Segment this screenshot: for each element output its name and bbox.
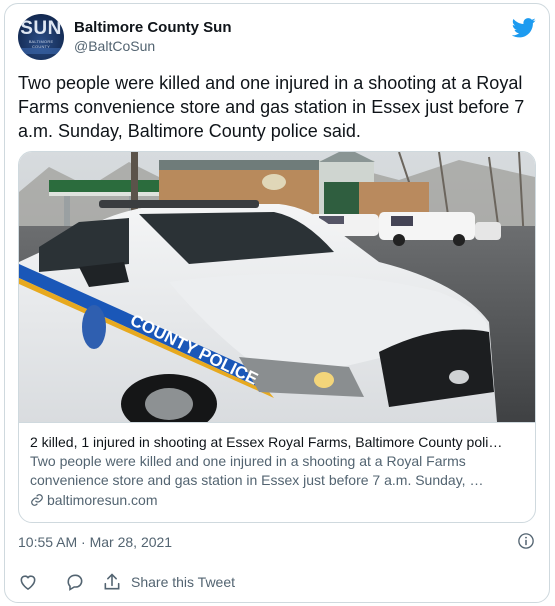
reply-icon: [67, 574, 83, 591]
reply-button[interactable]: [65, 572, 102, 592]
avatar[interactable]: SUN BALTIMORE COUNTY: [18, 14, 64, 60]
author-names: Baltimore County Sun @BaltCoSun: [74, 19, 232, 56]
avatar-band: [18, 48, 64, 54]
card-domain-text: baltimoresun.com: [47, 492, 158, 508]
like-button[interactable]: [18, 572, 65, 592]
tweet-timestamp[interactable]: 10:55 AM · Mar 28, 2021: [18, 532, 172, 552]
link-card[interactable]: COUNTY POLICE 2 killed, 1 injured in sho…: [18, 151, 536, 523]
info-icon[interactable]: [517, 532, 535, 550]
card-domain[interactable]: baltimoresun.com: [30, 490, 524, 510]
twitter-bird-icon[interactable]: [512, 18, 536, 38]
tweet-card[interactable]: SUN BALTIMORE COUNTY Baltimore County Su…: [4, 3, 550, 603]
share-label: Share this Tweet: [131, 574, 236, 590]
tweet-text: Two people were killed and one injured i…: [18, 73, 525, 141]
heart-icon: [20, 575, 36, 591]
display-name[interactable]: Baltimore County Sun: [74, 19, 232, 37]
tweet-header: SUN BALTIMORE COUNTY Baltimore County Su…: [18, 14, 536, 62]
card-description: Two people were killed and one injured i…: [30, 453, 484, 488]
share-button[interactable]: Share this Tweet: [102, 572, 235, 592]
handle[interactable]: @BaltCoSun: [74, 37, 232, 56]
tweet-actions: Share this Tweet: [18, 571, 235, 593]
avatar-logo-text: SUN: [20, 18, 62, 39]
card-image[interactable]: COUNTY POLICE: [19, 152, 535, 422]
link-icon: [31, 494, 43, 506]
card-meta: 2 killed, 1 injured in shooting at Essex…: [19, 422, 535, 510]
card-title[interactable]: 2 killed, 1 injured in shooting at Essex…: [30, 433, 524, 452]
share-icon: [104, 573, 120, 590]
